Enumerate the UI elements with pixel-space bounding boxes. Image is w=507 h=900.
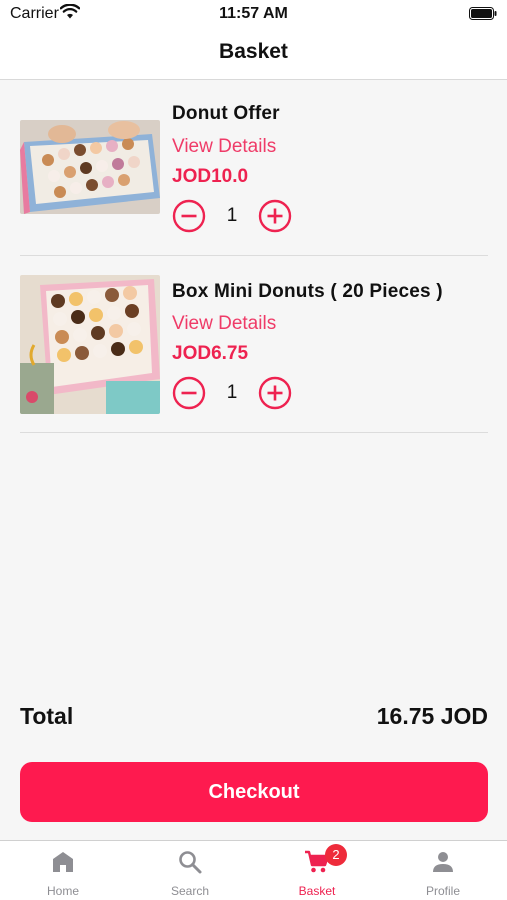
- item-name: Box Mini Donuts ( 20 Pieces ): [172, 281, 443, 302]
- nav-bar: Basket: [0, 30, 507, 80]
- quantity-value: 1: [226, 382, 238, 403]
- page-title: Basket: [219, 40, 288, 63]
- battery-icon: [469, 7, 497, 20]
- minus-circle-icon[interactable]: [172, 376, 206, 410]
- tab-label: Profile: [425, 884, 460, 898]
- minus-circle-icon[interactable]: [172, 199, 206, 233]
- tab-profile[interactable]: Profile: [380, 841, 506, 900]
- quantity-value: 1: [226, 205, 238, 226]
- total-label: Total: [20, 703, 74, 729]
- checkout-button[interactable]: Checkout: [20, 762, 488, 822]
- quantity-stepper: 1: [172, 199, 302, 235]
- status-time: 11:57 AM: [219, 5, 288, 22]
- tab-label: Basket: [298, 884, 336, 898]
- item-name: Donut Offer: [172, 103, 280, 124]
- basket-item: Box Mini Donuts ( 20 Pieces ) View Detai…: [20, 273, 488, 433]
- tab-search[interactable]: Search: [127, 841, 253, 900]
- total-row: Total 16.75 JOD: [20, 703, 488, 735]
- person-icon: [433, 852, 453, 872]
- quantity-stepper: 1: [172, 376, 302, 412]
- total-value: 16.75 JOD: [376, 703, 488, 729]
- search-icon: [179, 851, 202, 874]
- plus-circle-icon[interactable]: [258, 376, 292, 410]
- donut-box-photo: [20, 120, 160, 214]
- status-bar: Carrier 11:57 AM: [0, 0, 507, 30]
- item-price: JOD6.75: [172, 343, 249, 364]
- mini-donuts-box-photo: [20, 275, 160, 414]
- tab-home[interactable]: Home: [0, 841, 126, 900]
- tab-bar: Home Search 2 Basket Profile: [0, 840, 507, 900]
- plus-circle-icon[interactable]: [258, 199, 292, 233]
- home-icon: [53, 852, 73, 872]
- view-details-link[interactable]: View Details: [172, 136, 276, 158]
- cart-count-badge: 2: [325, 844, 347, 866]
- tab-label: Home: [46, 884, 79, 898]
- view-details-link[interactable]: View Details: [172, 313, 276, 335]
- tab-label: Search: [170, 884, 210, 898]
- tab-basket[interactable]: 2 Basket: [254, 841, 380, 900]
- basket-item: Donut Offer View Details JOD10.0 1: [20, 100, 488, 256]
- item-price: JOD10.0: [172, 166, 249, 187]
